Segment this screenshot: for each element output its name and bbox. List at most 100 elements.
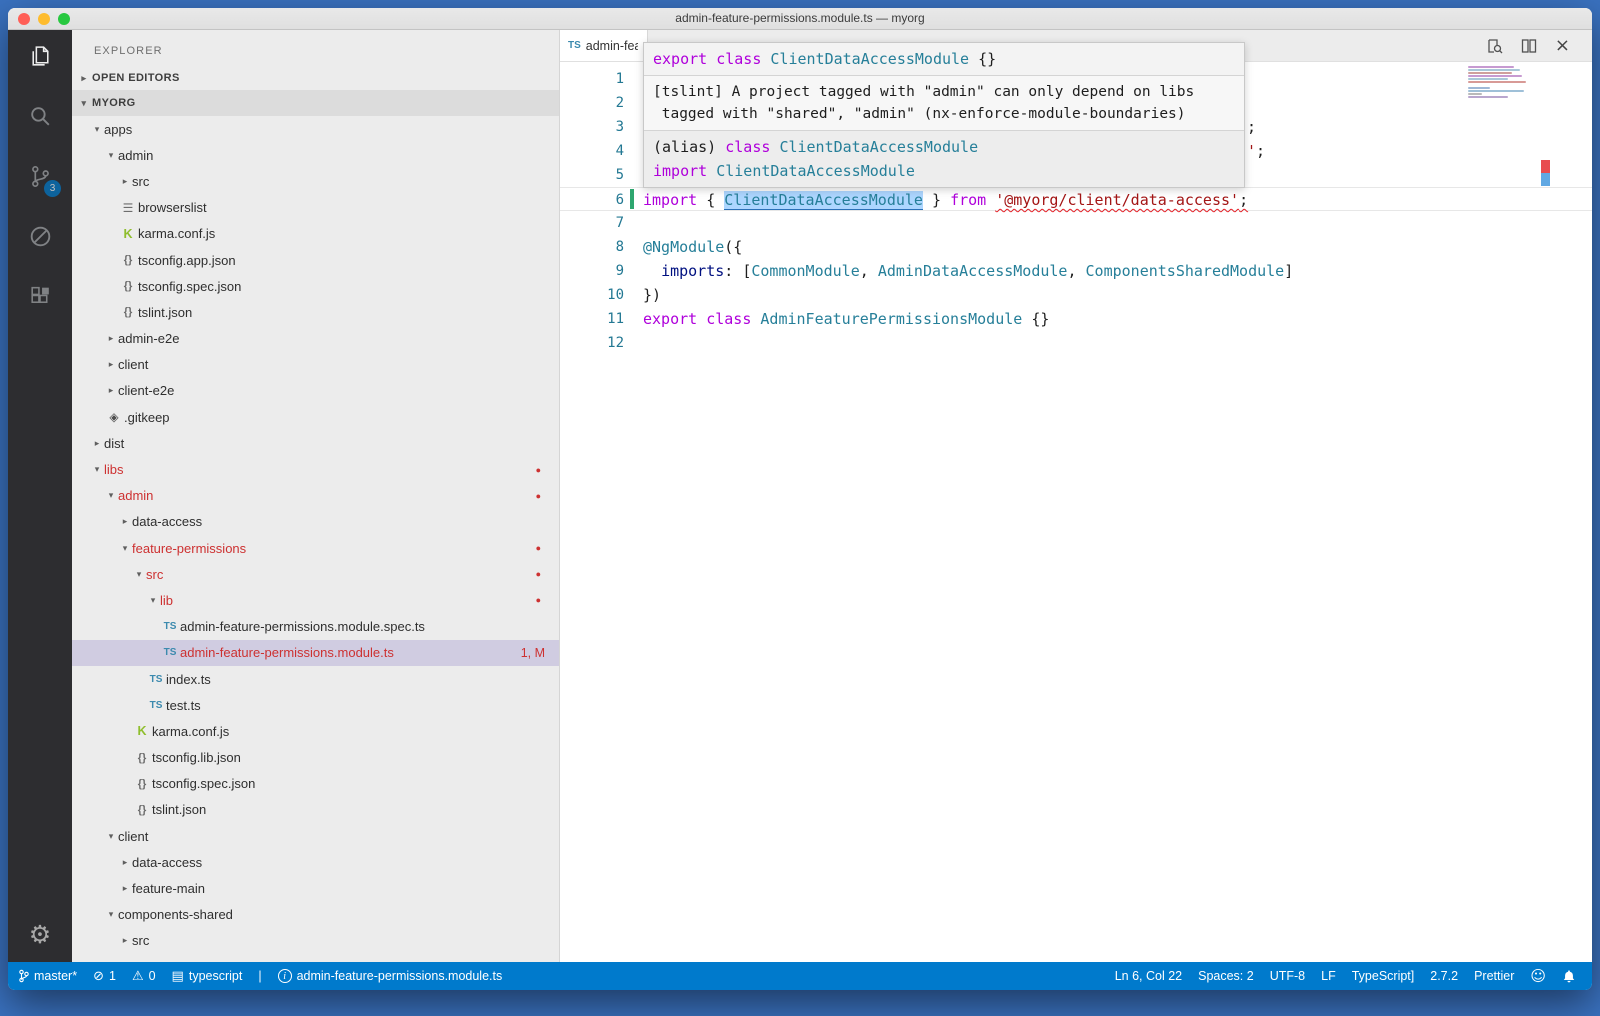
modified-dot-icon: ● [536,569,541,579]
line-number: 2 [560,91,624,115]
tree-file-admin-feature-permissions.module.ts[interactable]: TSadmin-feature-permissions.module.ts1, … [72,640,559,666]
tree-item-label: tsconfig.spec.json [152,776,255,791]
tree-file-test.ts[interactable]: TStest.ts [72,692,559,718]
open-preview-icon[interactable] [1487,38,1503,54]
settings-gear-icon[interactable]: ⚙ [8,923,72,948]
tree-folder-apps[interactable]: ▾apps [72,116,559,142]
status-item-indentation[interactable]: Spaces: 2 [1198,969,1254,983]
tree-item-label: admin-feature-permissions.module.spec.ts [180,619,425,634]
line-number: 8 [560,235,624,259]
error-icon: ⊘ [93,970,104,983]
code-line-11[interactable]: 11export class AdminFeaturePermissionsMo… [560,307,1592,331]
modified-dot-icon: ● [536,491,541,501]
status-item-eol[interactable]: LF [1321,969,1336,983]
line-number: 6 [560,188,624,210]
tree-item-label: tsconfig.app.json [138,253,236,268]
tree-item-label: karma.conf.js [138,226,215,241]
tree-folder-feature-permissions[interactable]: ▾feature-permissions● [72,535,559,561]
close-window-button[interactable] [18,13,30,25]
status-item-tslint-status[interactable]: ▤typescript [172,969,243,983]
json-file-icon: {} [118,254,138,266]
status-item-label: LF [1321,969,1336,983]
tree-file-browserslist[interactable]: ☰browserslist [72,195,559,221]
status-item-cursor-position[interactable]: Ln 6, Col 22 [1115,969,1182,983]
code-line-8[interactable]: 8@NgModule({ [560,235,1592,259]
title-bar[interactable]: admin-feature-permissions.module.ts — my… [8,8,1592,30]
tree-folder-src[interactable]: ▸src [72,168,559,194]
open-editors-section-header[interactable]: ▸ OPEN EDITORS [72,66,559,90]
code-line-10[interactable]: 10}) [560,283,1592,307]
code-line-6[interactable]: 6import { ClientDataAccessModule } from … [560,187,1592,211]
tree-file-tsconfig.spec.json[interactable]: {}tsconfig.spec.json [72,771,559,797]
tree-folder-libs[interactable]: ▾libs● [72,456,559,482]
status-item-prettier[interactable]: Prettier [1474,969,1514,983]
json-file-icon: {} [132,778,152,790]
tree-item-label: karma.conf.js [152,724,229,739]
tree-folder-components-shared[interactable]: ▾components-shared [72,902,559,928]
tree-item-label: .gitkeep [124,410,170,425]
tree-folder-src[interactable]: ▸src [72,928,559,954]
status-item-label: master* [34,969,77,983]
tree-file-karma.conf.js[interactable]: Kkarma.conf.js [72,718,559,744]
tree-folder-client-e2e[interactable]: ▸client-e2e [72,378,559,404]
status-item-git-branch[interactable]: master* [18,969,77,983]
status-item-feedback[interactable]: ☺ [1530,969,1546,984]
line-number: 5 [560,163,624,187]
tree-folder-lib[interactable]: ▾lib● [72,587,559,613]
chevron-down-icon: ▾ [104,150,118,161]
debug-activity-icon[interactable] [18,214,62,258]
tree-folder-client[interactable]: ▸client [72,352,559,378]
status-item-encoding[interactable]: UTF-8 [1270,969,1305,983]
tree-file-.gitkeep[interactable]: ◈.gitkeep [72,404,559,430]
status-item-active-file-status[interactable]: iadmin-feature-permissions.module.ts [278,969,503,983]
status-item-notifications[interactable] [1562,969,1576,984]
status-item-typescript-version[interactable]: 2.7.2 [1430,969,1458,983]
code-line-9[interactable]: 9 imports: [CommonModule, AdminDataAcces… [560,259,1592,283]
workspace-section-header[interactable]: ▾ MYORG [72,90,559,116]
tree-folder-admin[interactable]: ▾admin [72,142,559,168]
tree-folder-admin-e2e[interactable]: ▸admin-e2e [72,326,559,352]
split-editor-icon[interactable] [1521,38,1537,54]
tree-file-tslint.json[interactable]: {}tslint.json [72,797,559,823]
code-line-12[interactable]: 12 [560,331,1592,355]
tree-folder-client[interactable]: ▾client [72,823,559,849]
extensions-activity-icon[interactable] [18,274,62,318]
minimap[interactable] [1468,66,1534,98]
status-item-warning-count[interactable]: ⚠0 [132,969,156,983]
editor-area: TS admin-feature-permissions.module.ts ×… [560,30,1592,962]
tree-folder-data-access[interactable]: ▸data-access [72,849,559,875]
open-editors-label: OPEN EDITORS [92,72,180,84]
status-item-label: | [258,969,261,983]
status-item-error-count[interactable]: ⊘1 [93,969,116,983]
tree-file-tslint.json[interactable]: {}tslint.json [72,299,559,325]
chevron-right-icon: ▸ [104,359,118,370]
tab-admin-feature-permissions-module[interactable]: TS admin-feature-permissions.module.ts [560,30,648,61]
tree-folder-feature-main[interactable]: ▸feature-main [72,875,559,901]
tree-file-tsconfig.app.json[interactable]: {}tsconfig.app.json [72,247,559,273]
tree-item-label: tslint.json [152,802,206,817]
source-control-activity-icon[interactable]: 3 [18,154,62,198]
tree-file-karma.conf.js[interactable]: Kkarma.conf.js [72,221,559,247]
zoom-window-button[interactable] [58,13,70,25]
code-line-7[interactable]: 7 [560,211,1592,235]
minimize-window-button[interactable] [38,13,50,25]
status-item-separator: | [258,969,261,983]
tree-file-index.ts[interactable]: TSindex.ts [72,666,559,692]
tree-folder-src[interactable]: ▾src● [72,561,559,587]
tree-file-admin-feature-permissions.module.spec.ts[interactable]: TSadmin-feature-permissions.module.spec.… [72,614,559,640]
close-editor-icon[interactable]: × [1555,37,1570,55]
tree-folder-admin[interactable]: ▾admin● [72,483,559,509]
explorer-activity-icon[interactable] [18,34,62,78]
tree-item-label: browserslist [138,200,207,215]
warning-icon: ⚠ [132,970,144,983]
code-editor[interactable]: 123;4';56import { ClientDataAccessModule… [560,62,1592,962]
tree-folder-data-access[interactable]: ▸data-access [72,509,559,535]
tree-file-tsconfig.lib.json[interactable]: {}tsconfig.lib.json [72,745,559,771]
search-activity-icon[interactable] [18,94,62,138]
tree-folder-dist[interactable]: ▸dist [72,430,559,456]
status-item-label: Ln 6, Col 22 [1115,969,1182,983]
tree-file-tsconfig.spec.json[interactable]: {}tsconfig.spec.json [72,273,559,299]
status-item-language-mode[interactable]: TypeScript] [1352,969,1415,983]
line-number: 12 [560,331,624,355]
files-icon [27,43,54,70]
